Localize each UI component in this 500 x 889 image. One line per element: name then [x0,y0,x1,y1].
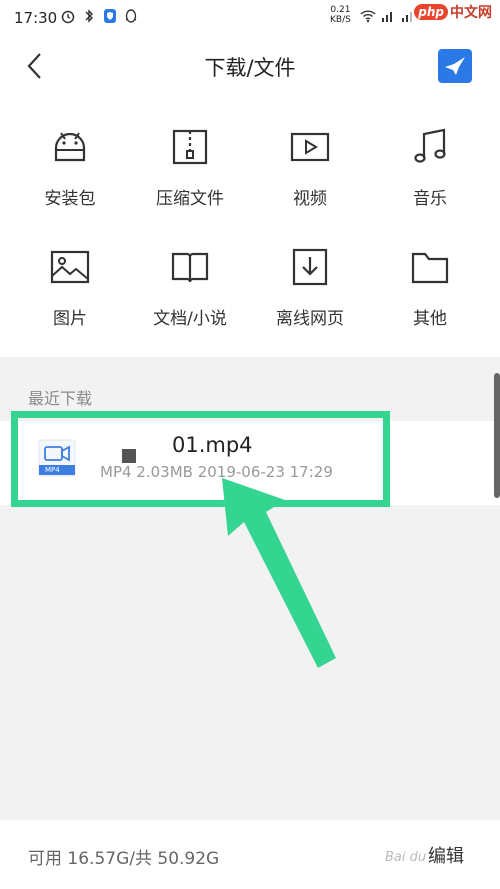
net-speed-value: 0.21 [330,5,351,15]
category-other[interactable]: 其他 [370,246,490,346]
annotation-highlight-box [11,411,390,507]
alarm-icon [61,10,75,24]
category-label: 其他 [413,309,447,329]
bluetooth-icon [85,9,93,23]
storage-info: 可用 16.57G/共 50.92G [28,849,220,869]
status-icons-left [60,8,139,24]
bird-logo-icon [445,57,465,75]
bottom-bar: 可用 16.57G/共 50.92G Bai du 编辑 [0,820,500,889]
status-bar: 17:30 0.21 KB/S php 中文网 [0,0,500,34]
android-icon [54,132,86,162]
category-image[interactable]: 图片 [10,246,130,346]
image-icon [50,250,90,284]
header: 下载/文件 [0,34,500,98]
qq-icon [125,9,137,23]
baidu-watermark: Bai du [385,850,427,865]
category-video[interactable]: 视频 [250,126,370,226]
category-label: 离线网页 [276,309,344,329]
folder-icon [411,252,449,284]
category-label: 视频 [293,189,327,209]
category-label: 压缩文件 [156,189,224,209]
category-zip[interactable]: 压缩文件 [130,126,250,226]
category-grid: 安装包 压缩文件 视频 音乐 图片 文档/小说 离线网页 其他 [0,118,500,340]
music-icon [414,128,446,163]
status-icons-right [360,8,416,24]
zip-icon [172,129,208,165]
category-document[interactable]: 文档/小说 [130,246,250,346]
recent-title: 最近下载 [28,389,93,408]
scroll-handle[interactable] [494,373,500,498]
book-icon [171,252,209,283]
category-apk[interactable]: 安装包 [10,126,130,226]
shield-icon [104,9,116,23]
category-label: 安装包 [44,189,96,209]
net-speed-unit: KB/S [330,15,351,25]
category-label: 音乐 [413,189,447,209]
download-page-icon [292,248,328,286]
wifi-icon [360,10,376,23]
edit-button[interactable]: 编辑 [428,842,464,868]
category-offline-page[interactable]: 离线网页 [250,246,370,346]
watermark-text: 中文网 [450,5,492,21]
status-time: 17:30 [14,9,58,27]
category-label: 文档/小说 [153,309,227,329]
site-watermark: php 中文网 [414,2,492,22]
video-icon [290,132,330,162]
net-speed: 0.21 KB/S [330,5,351,25]
page-title: 下载/文件 [204,56,296,80]
category-label: 图片 [53,309,87,329]
signal-icon [382,12,392,22]
watermark-php: php [414,4,448,20]
brand-button[interactable] [438,49,472,83]
category-music[interactable]: 音乐 [370,126,490,226]
